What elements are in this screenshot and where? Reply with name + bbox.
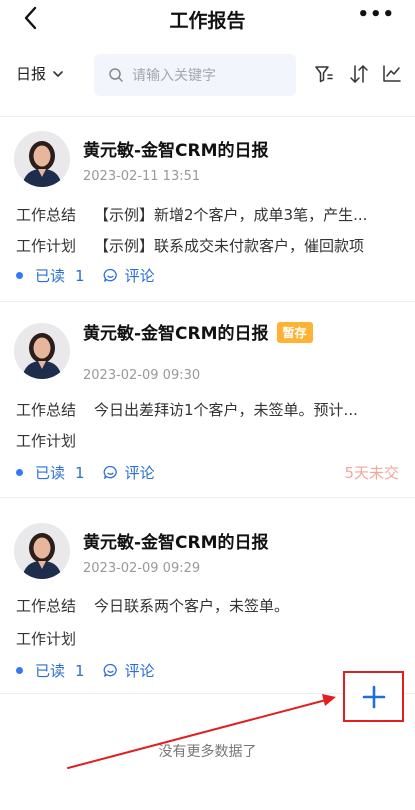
- person-avatar-icon: [14, 131, 70, 187]
- sort-button[interactable]: [348, 63, 370, 85]
- read-label: 已读: [35, 463, 66, 482]
- report-time: 2023-02-09 09:29: [83, 561, 201, 576]
- summary-text: 【示例】新增2个客户，成单3笔，产生...: [94, 206, 368, 224]
- sort-icon: [350, 65, 368, 83]
- report-time: 2023-02-11 13:51: [83, 169, 201, 184]
- summary-row: 工作总结 【示例】新增2个客户，成单3笔，产生...: [16, 204, 399, 225]
- page-title: 工作报告: [169, 10, 246, 32]
- summary-label: 工作总结: [16, 597, 77, 615]
- comment-button[interactable]: 评论: [103, 660, 155, 681]
- read-count: 1: [75, 661, 85, 680]
- filter-button[interactable]: [313, 63, 335, 85]
- report-title: 黄元敏-金智CRM的日报: [83, 528, 269, 553]
- report-type-select[interactable]: 日报: [16, 63, 64, 84]
- comment-icon: [103, 465, 117, 479]
- plan-row: 工作计划: [16, 430, 399, 451]
- summary-text: 今日联系两个客户，未签单。: [94, 597, 290, 615]
- search-placeholder: 请输入关键字: [132, 68, 216, 84]
- top-bar: 工作报告 •••: [0, 0, 415, 36]
- summary-row: 工作总结 今日出差拜访1个客户，未签单。预计...: [16, 399, 399, 420]
- read-count: 1: [75, 266, 85, 285]
- comment-label: 评论: [124, 661, 155, 680]
- read-dot-icon: [16, 666, 23, 674]
- avatar: [14, 131, 70, 187]
- report-type-label: 日报: [16, 65, 47, 83]
- overdue-status: 5天未交: [344, 463, 399, 482]
- more-menu-button[interactable]: •••: [357, 4, 395, 25]
- plan-text: 【示例】联系成交未付款客户，催回款项: [94, 237, 365, 255]
- search-input[interactable]: 请输入关键字: [94, 54, 296, 96]
- report-footer: 已读 1 评论 5天未交: [16, 461, 399, 483]
- report-card[interactable]: 黄元敏-金智CRM的日报 暂存 2023-02-09 09:30 工作总结 今日出差…: [0, 301, 415, 497]
- summary-text: 今日出差拜访1个客户，未签单。预计...: [94, 401, 358, 419]
- plan-label: 工作计划: [16, 237, 77, 255]
- read-label: 已读: [35, 266, 66, 285]
- avatar: [14, 523, 70, 579]
- read-label: 已读: [35, 661, 66, 680]
- read-status-button[interactable]: 已读 1: [35, 265, 85, 286]
- report-title: 黄元敏-金智CRM的日报 暂存: [83, 319, 313, 344]
- report-name: 黄元敏-金智CRM的日报: [83, 324, 269, 344]
- comment-button[interactable]: 评论: [103, 265, 155, 286]
- filter-bar: 日报 请输入关键字: [0, 52, 415, 98]
- avatar: [14, 323, 70, 379]
- comment-label: 评论: [124, 463, 155, 482]
- report-name: 黄元敏-金智CRM的日报: [83, 141, 269, 161]
- summary-label: 工作总结: [16, 401, 77, 419]
- read-dot-icon: [16, 468, 23, 476]
- plan-label: 工作计划: [16, 432, 77, 450]
- comment-label: 评论: [124, 266, 155, 285]
- draft-badge: 暂存: [276, 322, 313, 343]
- person-avatar-icon: [14, 523, 70, 579]
- read-dot-icon: [16, 271, 23, 279]
- comment-icon: [103, 663, 117, 677]
- report-name: 黄元敏-金智CRM的日报: [83, 533, 269, 553]
- chevron-down-icon: [53, 70, 63, 77]
- plan-label: 工作计划: [16, 630, 77, 648]
- report-footer: 已读 1 评论: [16, 264, 399, 286]
- no-more-data-text: 没有更多数据了: [158, 744, 257, 760]
- search-icon: [109, 68, 123, 82]
- read-count: 1: [75, 463, 85, 482]
- comment-button[interactable]: 评论: [103, 462, 155, 483]
- report-card[interactable]: 黄元敏-金智CRM的日报 2023-02-09 09:29 工作总结 今日联系两个…: [0, 497, 415, 693]
- plus-icon: [362, 685, 385, 708]
- line-chart-icon: [383, 65, 401, 82]
- summary-label: 工作总结: [16, 206, 77, 224]
- person-avatar-icon: [14, 323, 70, 379]
- report-card[interactable]: 黄元敏-金智CRM的日报 2023-02-11 13:51 工作总结 【示例】新增…: [0, 116, 415, 301]
- add-report-button[interactable]: [343, 671, 404, 722]
- plan-row: 工作计划 【示例】联系成交未付款客户，催回款项: [16, 235, 399, 256]
- statistics-button[interactable]: [381, 63, 403, 85]
- plan-row: 工作计划: [16, 628, 399, 649]
- summary-row: 工作总结 今日联系两个客户，未签单。: [16, 595, 399, 616]
- filter-icon: [315, 66, 333, 83]
- report-time: 2023-02-09 09:30: [83, 368, 201, 383]
- read-status-button[interactable]: 已读 1: [35, 462, 85, 483]
- report-title: 黄元敏-金智CRM的日报: [83, 136, 269, 161]
- comment-icon: [103, 268, 117, 282]
- report-footer: 已读 1 评论: [16, 659, 399, 681]
- read-status-button[interactable]: 已读 1: [35, 660, 85, 681]
